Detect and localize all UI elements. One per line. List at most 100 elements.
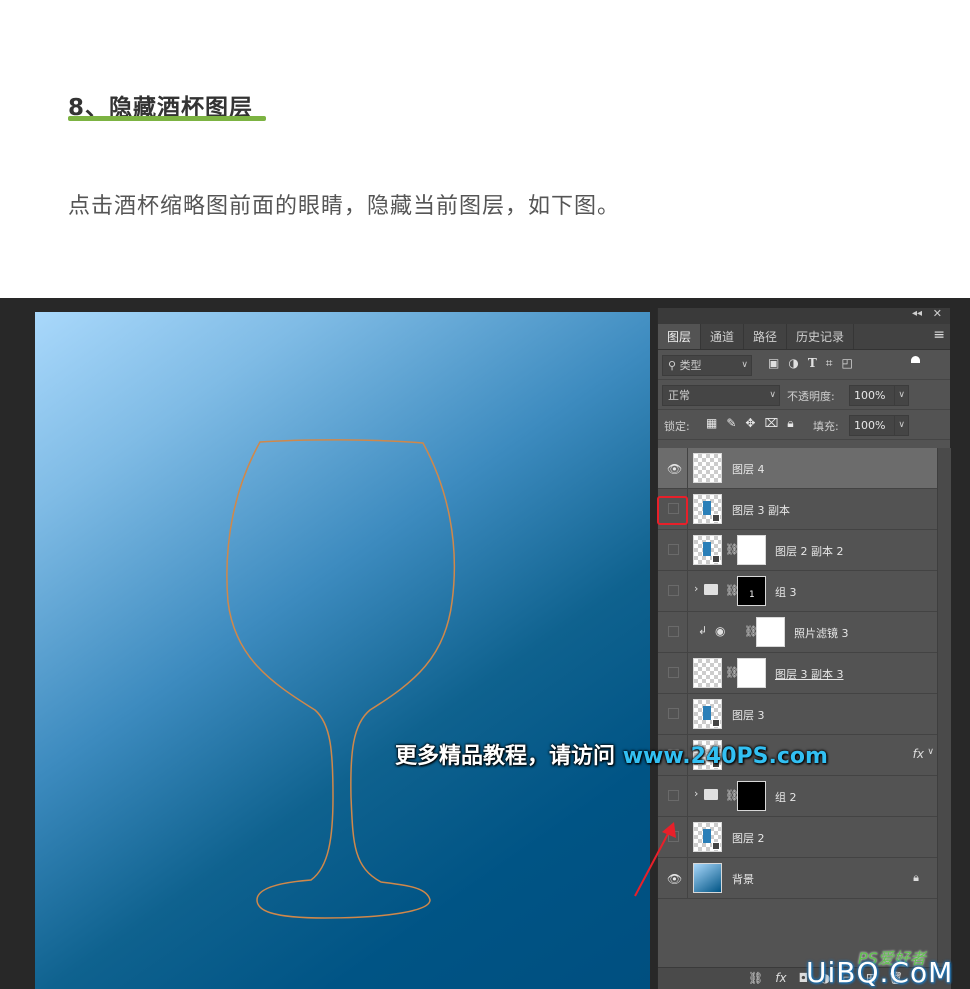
hidden-visibility-box[interactable] (668, 544, 679, 555)
watermark-url: www.240PS.com (622, 744, 828, 769)
fill-label: 填充: (813, 420, 839, 433)
layer-row[interactable]: ⛓︎ 图层 3 副本 3 (658, 653, 937, 694)
adjustment-filter-icon[interactable]: ◑ (788, 356, 798, 371)
layer-thumbnail (693, 453, 722, 483)
document-canvas (35, 312, 650, 989)
layer-thumbnail (693, 699, 722, 729)
group-mask-thumbnail[interactable] (737, 781, 766, 811)
glass-mini-icon (703, 706, 711, 720)
lock-row: 锁定: ▦ ✎ ✥ ⌧ 🔒︎ 填充: 100% ∨ (658, 410, 950, 440)
eye-icon[interactable]: 👁︎ (667, 462, 682, 476)
wine-glass-outline (226, 439, 456, 919)
opacity-value: 100% (854, 389, 886, 402)
visibility-toggle[interactable] (658, 571, 688, 611)
clipping-arrow-icon: ↲ (698, 624, 708, 637)
layer-name: 图层 3 副本 3 (775, 668, 844, 681)
layer-row[interactable]: 👁︎ 图层 4 (658, 448, 937, 489)
link-layers-icon[interactable]: ⛓︎ (748, 971, 763, 985)
group-mask-thumbnail[interactable]: 1 (737, 576, 766, 606)
layer-row[interactable]: ⛓︎ 图层 2 副本 2 (658, 530, 937, 571)
visibility-highlight-box (657, 496, 688, 525)
hidden-visibility-box[interactable] (668, 667, 679, 678)
layer-mask-thumbnail[interactable] (737, 535, 766, 565)
layer-name: 图层 2 (732, 832, 765, 845)
layer-name: 组 2 (775, 791, 797, 804)
fx-icon[interactable]: fx (913, 747, 924, 761)
lock-label: 锁定: (664, 420, 690, 433)
layer-name: 图层 2 副本 2 (775, 545, 844, 558)
tab-paths[interactable]: 路径 (744, 324, 788, 349)
layer-name: 图层 3 副本 (732, 504, 790, 517)
visibility-toggle[interactable] (658, 530, 688, 570)
chevron-right-icon[interactable]: › (694, 582, 698, 595)
hidden-visibility-box[interactable] (668, 626, 679, 637)
tab-layers[interactable]: 图层 (658, 324, 702, 349)
blend-row: 正常 ∨ 不透明度: 100% ∨ (658, 380, 950, 410)
panel-title-bar: ◂◂ ✕ (658, 307, 950, 324)
layer-thumbnail (693, 494, 722, 524)
layer-name: 图层 3 (732, 709, 765, 722)
layer-name: 照片滤镜 3 (794, 627, 849, 640)
fx-add-style-icon[interactable]: fx (775, 971, 786, 985)
smart-object-filter-icon[interactable]: ◰ (842, 356, 853, 371)
hidden-visibility-box[interactable] (668, 708, 679, 719)
lock-move-icon[interactable]: ✥ (745, 416, 755, 431)
panel-tabs: 图层 通道 路径 历史记录 ≡ (658, 324, 950, 350)
layer-thumbnail (693, 863, 722, 893)
lock-transparent-icon[interactable]: ▦ (706, 416, 717, 431)
layer-row[interactable]: 👁︎ 背景 🔒︎ (658, 858, 937, 899)
glass-mini-icon (703, 829, 711, 843)
folder-icon (704, 789, 718, 800)
layer-row[interactable]: 图层 3 副本 (658, 489, 937, 530)
layer-row[interactable]: ↲ ◉ ⛓︎ 照片滤镜 3 (658, 612, 937, 653)
opacity-label: 不透明度: (787, 390, 835, 403)
chevron-down-icon: ∨ (894, 386, 905, 405)
layer-row[interactable]: 图层 2 (658, 817, 937, 858)
chevron-right-icon[interactable]: › (694, 787, 698, 800)
camera-icon: ◉ (715, 624, 726, 638)
visibility-toggle[interactable] (658, 612, 688, 652)
chevron-down-icon[interactable]: ∨ (927, 747, 934, 757)
visibility-toggle[interactable]: 👁︎ (658, 448, 688, 488)
hidden-visibility-box[interactable] (668, 585, 679, 596)
layer-mask-thumbnail[interactable] (737, 658, 766, 688)
visibility-toggle[interactable] (658, 776, 688, 816)
collapse-icon[interactable]: ◂◂ (912, 308, 922, 319)
photoshop-screenshot: ◂◂ ✕ 图层 通道 路径 历史记录 ≡ ⚲ 类型 ∨ ▣ ◑ T ⌗ ◰ 正常… (0, 298, 970, 989)
layers-panel: ◂◂ ✕ 图层 通道 路径 历史记录 ≡ ⚲ 类型 ∨ ▣ ◑ T ⌗ ◰ 正常… (657, 307, 951, 989)
type-filter-icon[interactable]: T (808, 356, 817, 371)
shape-filter-icon[interactable]: ⌗ (826, 356, 833, 371)
mask-mark: 1 (749, 590, 755, 600)
lock-artboard-icon[interactable]: ⌧ (764, 416, 778, 431)
lock-all-icon[interactable]: 🔒︎ (787, 416, 793, 431)
tab-channels[interactable]: 通道 (701, 324, 745, 349)
blend-mode-select[interactable]: 正常 ∨ (662, 385, 780, 406)
lock-brush-icon[interactable]: ✎ (726, 416, 736, 431)
visibility-toggle[interactable] (658, 694, 688, 734)
tab-history[interactable]: 历史记录 (787, 324, 855, 349)
visibility-toggle[interactable] (658, 653, 688, 693)
fill-input[interactable]: 100% ∨ (849, 415, 909, 436)
lock-icons: ▦ ✎ ✥ ⌧ 🔒︎ (706, 416, 794, 431)
hidden-visibility-box[interactable] (668, 790, 679, 801)
layer-row[interactable]: › ⛓︎ 组 2 (658, 776, 937, 817)
adjustment-mask-thumbnail[interactable] (756, 617, 785, 647)
lock-icon[interactable]: 🔒︎ (913, 871, 919, 885)
image-filter-icon[interactable]: ▣ (768, 356, 779, 371)
filter-toggle[interactable] (911, 356, 920, 370)
chevron-down-icon: ∨ (894, 416, 905, 435)
layer-row[interactable]: › ⛓︎ 1 组 3 (658, 571, 937, 612)
layer-row[interactable]: 图层 3 (658, 694, 937, 735)
close-icon[interactable]: ✕ (933, 307, 942, 320)
filter-icons: ▣ ◑ T ⌗ ◰ (768, 356, 853, 371)
filter-type-select[interactable]: ⚲ 类型 ∨ (662, 355, 752, 376)
heading-underline (68, 116, 266, 121)
filter-type-label: 类型 (679, 359, 702, 372)
chevron-down-icon: ∨ (769, 390, 776, 400)
fill-value: 100% (854, 419, 886, 432)
layer-list-scrollbar[interactable] (937, 448, 951, 963)
panel-menu-icon[interactable]: ≡ (933, 327, 945, 343)
smart-object-badge-icon (712, 555, 720, 563)
opacity-input[interactable]: 100% ∨ (849, 385, 909, 406)
annotation-arrow-icon (634, 822, 676, 897)
